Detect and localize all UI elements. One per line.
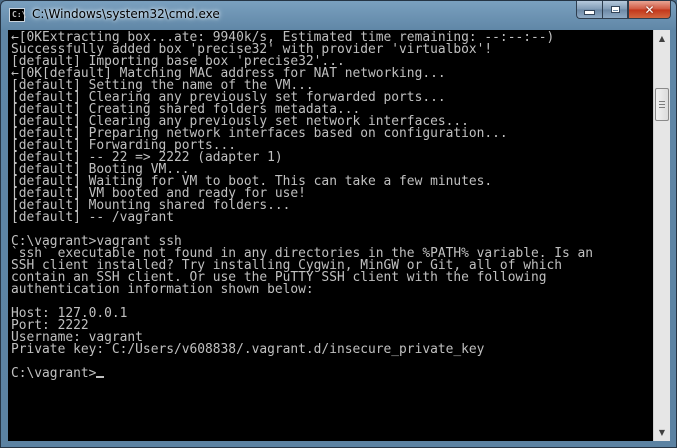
console-window: C:\ C:\Windows\system32\cmd.exe ✕ ←[0KEx… xyxy=(0,0,677,448)
caption-buttons: ✕ xyxy=(576,1,671,20)
scroll-down-arrow-icon: ▼ xyxy=(658,428,666,437)
scroll-up-arrow-icon: ▲ xyxy=(658,34,666,43)
scroll-down-button[interactable]: ▼ xyxy=(654,424,670,441)
scroll-up-button[interactable]: ▲ xyxy=(654,30,670,47)
console-output[interactable]: ←[0KExtracting box...ate: 9940k/s, Estim… xyxy=(8,30,653,441)
thumb-grip-line xyxy=(659,107,665,109)
console-line: authentication information shown below: xyxy=(11,282,314,297)
thumb-grip-line xyxy=(659,101,665,103)
cmd-icon-glyph: C:\ xyxy=(12,10,27,19)
console-line: Private key: C:/Users/v608838/.vagrant.d… xyxy=(11,342,485,357)
close-icon: ✕ xyxy=(644,2,655,17)
vertical-scrollbar[interactable]: ▲ ▼ xyxy=(653,30,670,441)
maximize-button[interactable] xyxy=(602,1,628,19)
minimize-button[interactable] xyxy=(576,1,602,19)
title-bar[interactable]: C:\ C:\Windows\system32\cmd.exe ✕ xyxy=(1,1,676,29)
window-title: C:\Windows\system32\cmd.exe xyxy=(32,7,220,21)
command-prompt: C:\vagrant> xyxy=(11,366,97,381)
minimize-icon xyxy=(584,10,595,15)
text-cursor xyxy=(96,376,105,378)
close-button[interactable]: ✕ xyxy=(628,1,671,19)
console-line: [default] -- /vagrant xyxy=(11,210,174,225)
maximize-icon xyxy=(610,6,620,13)
console-text: ←[0KExtracting box...ate: 9940k/s, Estim… xyxy=(8,30,653,380)
scrollbar-thumb[interactable] xyxy=(655,88,669,122)
thumb-grip-line xyxy=(659,104,665,106)
cmd-icon[interactable]: C:\ xyxy=(9,8,27,22)
